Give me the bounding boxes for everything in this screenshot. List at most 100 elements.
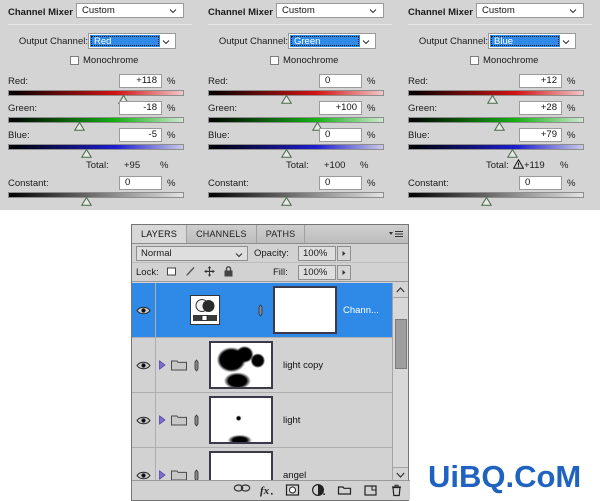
slider-value-field[interactable]: +28: [519, 101, 562, 115]
monochrome-checkbox[interactable]: [470, 56, 479, 65]
tab-layers[interactable]: LAYERS: [132, 225, 188, 243]
blend-mode-value: Normal: [141, 248, 172, 259]
slider-thumb[interactable]: [507, 149, 518, 158]
group-expand-triangle-icon[interactable]: [156, 415, 169, 425]
table-row[interactable]: light: [132, 393, 394, 448]
layer-list[interactable]: Chann... light copy light angel: [132, 283, 394, 482]
opacity-field[interactable]: 100%: [298, 246, 336, 261]
slider-thumb[interactable]: [81, 149, 92, 158]
lock-transparent-pixels-icon[interactable]: [165, 265, 178, 278]
slider-track[interactable]: [208, 117, 384, 123]
link-layers-icon[interactable]: [233, 483, 251, 498]
total-label: Total:: [486, 160, 509, 171]
adjustment-layer-thumbnail: [189, 295, 220, 325]
slider-track[interactable]: [408, 192, 584, 198]
slider-track[interactable]: [8, 90, 184, 96]
lock-position-move-icon[interactable]: [203, 265, 216, 278]
percent-label: %: [167, 178, 176, 189]
new-group-icon[interactable]: [337, 483, 352, 498]
layer-mask-link-icon[interactable]: [189, 358, 203, 372]
table-row[interactable]: Chann...: [132, 283, 394, 338]
total-row: Total: +95 %: [0, 160, 200, 174]
slider-track[interactable]: [208, 144, 384, 150]
blend-mode-dropdown[interactable]: Normal: [136, 246, 248, 261]
layer-visibility-toggle[interactable]: [132, 283, 156, 337]
layer-visibility-toggle[interactable]: [132, 393, 156, 447]
slider-value-field[interactable]: 0: [319, 128, 362, 142]
slider-track[interactable]: [208, 192, 384, 198]
slider-track[interactable]: [408, 144, 584, 150]
monochrome-checkbox[interactable]: [70, 56, 79, 65]
table-row[interactable]: angel: [132, 448, 394, 482]
slider-value-field[interactable]: 0: [319, 74, 362, 88]
slider-value-field[interactable]: 0: [119, 176, 162, 190]
layer-thumbnail-cell[interactable]: [203, 451, 277, 482]
slider-track[interactable]: [8, 144, 184, 150]
preset-dropdown[interactable]: Custom: [276, 3, 384, 18]
output-channel-dropdown[interactable]: Green: [288, 33, 376, 49]
layer-visibility-toggle[interactable]: [132, 338, 156, 392]
panel-menu-icon[interactable]: [389, 230, 403, 239]
slider-value-field[interactable]: 0: [319, 176, 362, 190]
new-adjustment-layer-icon[interactable]: [311, 483, 326, 498]
opacity-stepper-button[interactable]: [337, 246, 351, 261]
delete-layer-trash-icon[interactable]: [389, 483, 404, 498]
percent-label: %: [367, 178, 376, 189]
slider-value-field[interactable]: +118: [119, 74, 162, 88]
preset-dropdown[interactable]: Custom: [76, 3, 184, 18]
slider-value-field[interactable]: +12: [519, 74, 562, 88]
divider: [208, 24, 392, 25]
layer-thumbnail-cell[interactable]: [203, 341, 277, 389]
lock-all-icon[interactable]: [222, 265, 235, 278]
add-layer-mask-icon[interactable]: [285, 483, 300, 498]
slider-value-field[interactable]: -18: [119, 101, 162, 115]
slider-label: Blue:: [408, 130, 430, 141]
group-expand-triangle-icon[interactable]: [156, 470, 169, 480]
percent-label: %: [367, 130, 376, 141]
group-expand-triangle-icon[interactable]: [156, 360, 169, 370]
slider-value-field[interactable]: 0: [519, 176, 562, 190]
slider-track[interactable]: [8, 192, 184, 198]
layer-mask-thumbnail: [209, 341, 273, 389]
monochrome-label: Monochrome: [283, 55, 339, 66]
slider-red: Red: 0 %: [200, 74, 400, 104]
scroll-up-button[interactable]: [393, 283, 408, 298]
tab-channels[interactable]: CHANNELS: [187, 225, 257, 243]
layer-mask-link-icon[interactable]: [253, 303, 267, 317]
preset-dropdown[interactable]: Custom: [476, 3, 584, 18]
monochrome-checkbox[interactable]: [270, 56, 279, 65]
new-layer-icon[interactable]: [363, 483, 378, 498]
layer-name: angel: [283, 469, 307, 481]
slider-value-field[interactable]: +79: [519, 128, 562, 142]
output-channel-row: Output Channel: Red: [0, 33, 200, 50]
slider-track[interactable]: [208, 90, 384, 96]
fill-stepper-button[interactable]: [337, 265, 351, 280]
slider-thumb[interactable]: [481, 197, 492, 206]
fill-field[interactable]: 100%: [298, 265, 336, 280]
slider-value-field[interactable]: -5: [119, 128, 162, 142]
slider-thumb[interactable]: [281, 149, 292, 158]
output-channel-dropdown[interactable]: Red: [88, 33, 176, 49]
output-channel-label: Output Channel:: [418, 36, 488, 47]
mask-blob-shape: [211, 343, 271, 387]
layer-list-scrollbar[interactable]: [392, 283, 408, 482]
slider-thumb[interactable]: [281, 197, 292, 206]
percent-label: %: [167, 76, 176, 87]
slider-value-field[interactable]: +100: [319, 101, 362, 115]
layer-thumbnail-cell[interactable]: [156, 295, 253, 325]
slider-thumb[interactable]: [81, 197, 92, 206]
layer-style-fx-icon[interactable]: fx: [259, 483, 274, 498]
layer-visibility-toggle[interactable]: [132, 448, 156, 482]
layer-mask-cell[interactable]: [267, 286, 337, 334]
total-label: Total:: [86, 160, 109, 171]
lock-image-pixels-brush-icon[interactable]: [184, 265, 197, 278]
tab-paths[interactable]: PATHS: [257, 225, 306, 243]
table-row[interactable]: light copy: [132, 338, 394, 393]
layer-thumbnail-cell[interactable]: [203, 396, 277, 444]
slider-track[interactable]: [8, 117, 184, 123]
output-channel-dropdown[interactable]: Blue: [488, 33, 576, 49]
layer-mask-link-icon[interactable]: [189, 413, 203, 427]
watermark: UiBQ.CoM: [428, 459, 582, 494]
layer-name: light copy: [283, 359, 324, 371]
scrollbar-thumb[interactable]: [395, 319, 407, 369]
